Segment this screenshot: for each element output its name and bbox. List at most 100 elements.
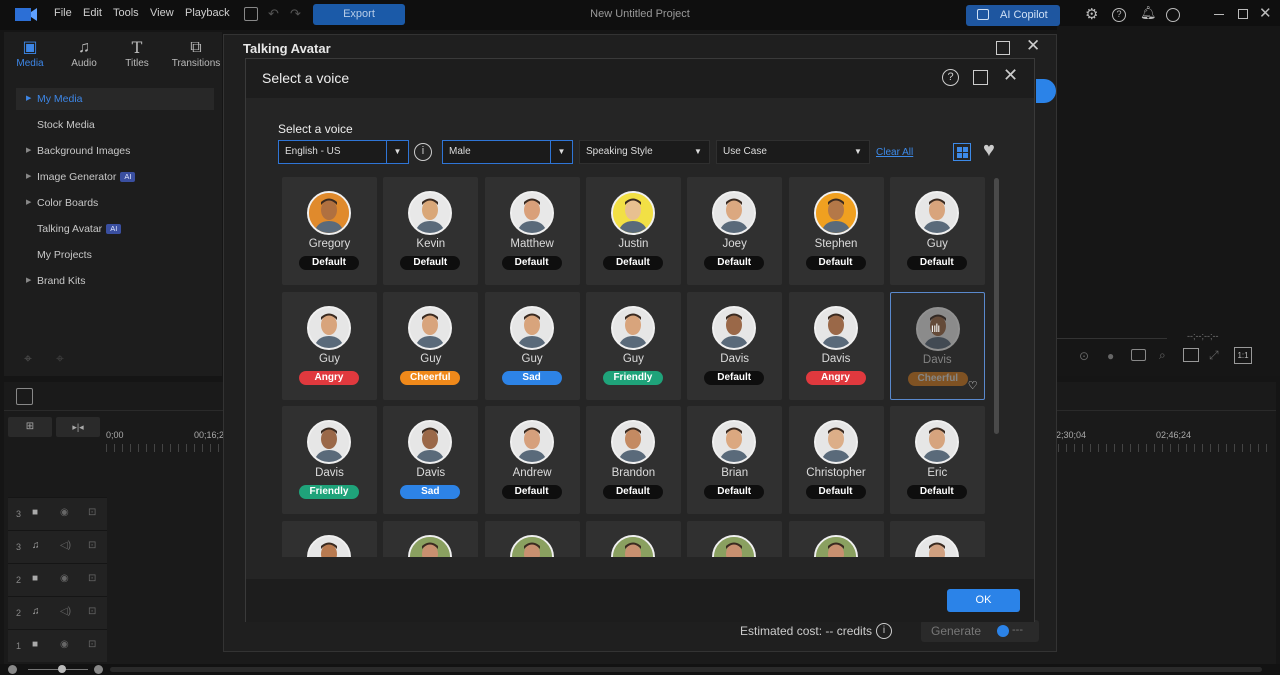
help-icon[interactable]: ? xyxy=(1112,8,1126,22)
voice-card[interactable]: Davis Sad xyxy=(383,406,479,514)
gender-dropdown[interactable]: Male ▼ xyxy=(442,140,573,164)
add-track-button[interactable]: ⊞ xyxy=(8,417,52,437)
sidebar-item-stock-media[interactable]: Stock Media xyxy=(16,114,214,136)
zoom-bar[interactable] xyxy=(0,664,1280,675)
visibility-eye-icon[interactable]: ◉ xyxy=(60,573,69,584)
export-button[interactable]: Export xyxy=(313,4,405,25)
speaking-style-dropdown[interactable]: Speaking Style ▼ xyxy=(579,140,710,164)
help-circle-icon[interactable]: ? xyxy=(942,69,959,86)
track-manager-icon[interactable] xyxy=(16,388,33,405)
maximize-icon[interactable] xyxy=(996,41,1010,55)
voice-grid-scrollbar[interactable] xyxy=(994,178,999,434)
voice-card[interactable]: Joey Default xyxy=(687,177,783,285)
tab-transitions[interactable]: ⧉ Transitions xyxy=(170,38,222,69)
voice-card[interactable] xyxy=(585,520,681,557)
voice-card[interactable]: Davis Angry xyxy=(788,291,884,400)
tab-media[interactable]: ▣ Media xyxy=(6,38,54,69)
voice-card[interactable]: Davis Friendly xyxy=(282,406,377,514)
menu-playback[interactable]: Playback xyxy=(185,7,230,19)
sidebar-item-color-boards[interactable]: ▶ Color Boards xyxy=(16,192,214,214)
voice-card[interactable]: Christopher Default xyxy=(788,406,884,514)
snapshot-camera-icon[interactable]: ⊙ xyxy=(1079,349,1089,363)
voice-card[interactable]: Stephen Default xyxy=(788,177,884,285)
voice-card[interactable] xyxy=(282,520,377,557)
redo-icon[interactable]: ↷ xyxy=(290,6,301,22)
minimize-icon[interactable] xyxy=(1214,14,1224,15)
voice-card[interactable]: Kevin Default xyxy=(383,177,479,285)
clear-all-link[interactable]: Clear All xyxy=(876,147,913,158)
menu-tools[interactable]: Tools xyxy=(113,7,139,19)
track-header[interactable]: 2 ♫ ◁) ⊡ xyxy=(8,596,107,629)
remove-tag-icon[interactable]: ⌖ xyxy=(56,350,64,367)
lock-icon[interactable]: ⊡ xyxy=(88,606,96,617)
undo-icon[interactable]: ↶ xyxy=(268,6,279,22)
zoom-icon[interactable]: ⌕ xyxy=(1159,348,1166,363)
tab-titles[interactable]: T Titles xyxy=(113,38,161,69)
save-icon[interactable] xyxy=(244,7,258,21)
zoom-slider-handle[interactable] xyxy=(58,665,66,673)
voice-card[interactable]: Justin Default xyxy=(585,177,681,285)
voice-card[interactable]: ıılı Davis Cheerful ♡ xyxy=(889,291,985,400)
maximize-icon[interactable] xyxy=(973,70,988,85)
zoom-out-icon[interactable] xyxy=(8,665,17,674)
track-header[interactable]: 2 ■ ◉ ⊡ xyxy=(8,563,107,596)
track-header[interactable]: 3 ♫ ◁) ⊡ xyxy=(8,530,107,563)
ai-copilot-button[interactable]: AI Copilot xyxy=(966,5,1060,26)
voice-card[interactable] xyxy=(383,520,479,557)
menu-edit[interactable]: Edit xyxy=(83,7,102,19)
voice-card[interactable]: Eric Default xyxy=(889,406,985,514)
lock-icon[interactable]: ⊡ xyxy=(88,507,96,518)
track-header[interactable]: 3 ■ ◉ ⊡ xyxy=(8,497,107,530)
track-header[interactable]: 1 ■ ◉ ⊡ xyxy=(8,629,107,662)
lock-icon[interactable]: ⊡ xyxy=(88,573,96,584)
generate-button[interactable]: Generate --- xyxy=(921,620,1039,642)
favorite-heart-icon[interactable]: ♡ xyxy=(968,379,978,392)
visibility-eye-icon[interactable]: ◉ xyxy=(60,507,69,518)
voice-card[interactable] xyxy=(788,520,884,557)
voice-card[interactable]: Guy Default xyxy=(889,177,985,285)
info-icon[interactable]: i xyxy=(414,143,432,161)
restore-icon[interactable] xyxy=(1238,9,1248,19)
aspect-ratio-button[interactable]: 1:1 xyxy=(1234,347,1252,364)
voice-card[interactable] xyxy=(484,520,580,557)
voice-card[interactable]: Matthew Default xyxy=(484,177,580,285)
fullscreen-icon[interactable]: ⤢ xyxy=(1209,348,1219,363)
record-icon[interactable]: ● xyxy=(1107,349,1114,363)
sidebar-item-my-projects[interactable]: My Projects xyxy=(16,244,214,266)
cost-info-icon[interactable]: i xyxy=(876,623,892,639)
menu-view[interactable]: View xyxy=(150,7,174,19)
sidebar-item-image-generator[interactable]: ▶ Image Generator AI xyxy=(16,166,214,188)
ok-button[interactable]: OK xyxy=(947,589,1020,612)
use-case-dropdown[interactable]: Use Case ▼ xyxy=(716,140,870,164)
voice-card[interactable]: Brian Default xyxy=(687,406,783,514)
voice-card[interactable]: Brandon Default xyxy=(585,406,681,514)
zoom-in-icon[interactable] xyxy=(94,665,103,674)
fit-timeline-button[interactable]: ▸|◂ xyxy=(56,417,100,437)
subtitle-icon[interactable] xyxy=(1131,349,1146,361)
layout-grid-icon[interactable] xyxy=(1183,348,1199,362)
language-dropdown[interactable]: English - US ▼ xyxy=(278,140,409,164)
sidebar-item-my-media[interactable]: ▶ My Media xyxy=(16,88,214,110)
sidebar-item-background-images[interactable]: ▶ Background Images xyxy=(16,140,214,162)
visibility-eye-icon[interactable]: ◉ xyxy=(60,639,69,650)
speaker-icon[interactable]: ◁) xyxy=(60,606,71,617)
favorites-heart-icon[interactable]: ♥ xyxy=(983,139,995,162)
voice-card[interactable]: Gregory Default xyxy=(282,177,377,285)
voice-card[interactable] xyxy=(889,520,985,557)
notification-bell-icon[interactable]: 🔔︎ xyxy=(1140,5,1157,21)
voice-card[interactable]: Andrew Default xyxy=(484,406,580,514)
sidebar-item-brand-kits[interactable]: ▶ Brand Kits xyxy=(16,270,214,292)
lock-icon[interactable]: ⊡ xyxy=(88,639,96,650)
blue-dot-button[interactable] xyxy=(1036,79,1056,103)
add-tag-icon[interactable]: ⌖ xyxy=(24,350,32,367)
dialog-close-icon[interactable]: ✕ xyxy=(1026,36,1040,56)
sidebar-item-talking-avatar[interactable]: Talking Avatar AI xyxy=(16,218,214,240)
speaker-icon[interactable]: ◁) xyxy=(60,540,71,551)
account-icon[interactable] xyxy=(1166,8,1180,22)
voice-card[interactable]: Guy Sad xyxy=(484,291,580,400)
voice-card[interactable]: Guy Angry xyxy=(282,291,377,400)
settings-gear-icon[interactable]: ⚙ xyxy=(1085,5,1098,23)
lock-icon[interactable]: ⊡ xyxy=(88,540,96,551)
close-icon[interactable]: ✕ xyxy=(1259,4,1272,22)
voice-card[interactable]: Guy Cheerful xyxy=(383,291,479,400)
